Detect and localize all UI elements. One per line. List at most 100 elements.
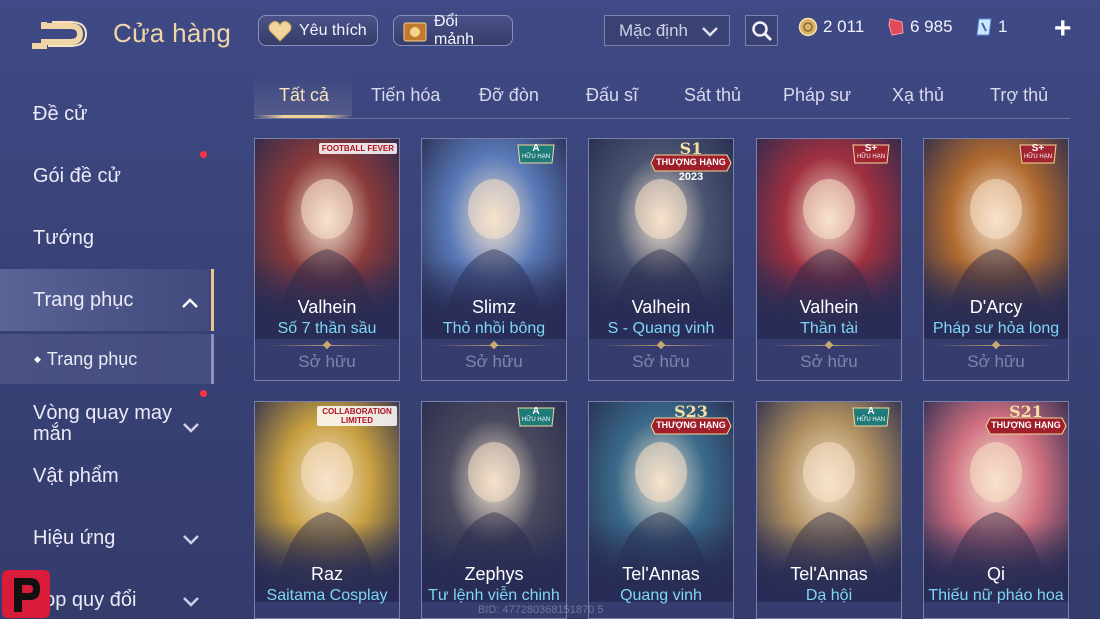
skin-name: Thỏ nhồi bông: [442, 320, 546, 337]
hero-name: Zephys: [464, 564, 524, 584]
tab-all[interactable]: Tất cả: [279, 85, 329, 106]
skin-card[interactable]: Slimz Thỏ nhồi bông Sở hữu A HỮU HẠN: [421, 138, 567, 381]
favorites-label: Yêu thích: [299, 21, 367, 39]
season-year: 2023: [678, 171, 704, 183]
rarity-badge: A HỮU HẠN: [516, 143, 556, 165]
p-logo-icon: [14, 578, 40, 612]
hero-name: Valhein: [799, 297, 859, 317]
sidebar-item-skins[interactable]: Trang phục: [0, 269, 214, 331]
skin-name: Thiếu nữ pháo hoa: [928, 587, 1064, 604]
sidebar-item-heroes[interactable]: Tướng: [0, 207, 214, 269]
hero-name: Qi: [987, 564, 1005, 584]
sidebar-item-label: Vòng quay may mắn: [33, 402, 172, 445]
sidebar-subitem-skins[interactable]: ◆ Trang phục: [0, 334, 214, 384]
sidebar-item-label: Đề cử: [33, 102, 88, 125]
ruby-balance: 6 985: [887, 17, 953, 37]
fragment-box-icon: [402, 19, 428, 43]
skin-card[interactable]: Raz Saitama Cosplay COLLABORATION LIMITED: [254, 401, 400, 619]
hero-name: Valhein: [297, 297, 357, 317]
exchange-label: Đổi mảnh: [434, 12, 475, 48]
event-badge: FOOTBALL FEVER: [318, 143, 397, 154]
gold-value: 2 011: [823, 17, 865, 36]
badge-tier: A: [532, 406, 540, 417]
season-label: S21: [1009, 402, 1043, 421]
skin-name: S - Quang vinh: [607, 320, 715, 337]
page-title: Cửa hàng: [113, 18, 232, 48]
skin-name: Saitama Cosplay: [266, 587, 388, 604]
owned-status: Sở hữu: [967, 352, 1025, 371]
voucher-icon: [976, 18, 992, 36]
owned-status: Sở hữu: [465, 352, 523, 371]
sidebar-item-items[interactable]: Vật phẩm: [0, 445, 214, 507]
tab-assassin[interactable]: Sát thủ: [684, 85, 741, 106]
badge-label: HỮU HẠN: [1023, 154, 1053, 160]
season-label: S23: [674, 402, 708, 421]
favorites-button[interactable]: Yêu thích: [258, 15, 378, 46]
skin-name: Thần tài: [800, 320, 858, 337]
sidebar-item-label: Hiệu ứng: [33, 526, 116, 549]
hero-name: Tel'Annas: [790, 564, 868, 584]
sidebar-item-featured-packs[interactable]: Gói đề cử: [0, 145, 214, 207]
sort-value: Mặc định: [619, 20, 688, 40]
sidebar-item-label: Trang phục: [33, 288, 134, 311]
chevron-down-icon: [701, 23, 719, 43]
hero-name: Valhein: [631, 297, 691, 317]
back-arrow-icon: [32, 21, 88, 49]
tab-marksman[interactable]: Xạ thủ: [892, 85, 944, 106]
badge-tier: S+: [864, 143, 878, 154]
badge-tier: S+: [1031, 143, 1045, 154]
tab-tank[interactable]: Đỡ đòn: [479, 85, 539, 106]
rarity-badge: S+ HỮU HẠN: [1018, 143, 1058, 165]
badge-label: HỮU HẠN: [521, 154, 551, 160]
skin-card[interactable]: Tel'Annas Dạ hội A HỮU HẠN: [756, 401, 902, 619]
chevron-down-icon: [182, 418, 200, 439]
chevron-up-icon: [181, 292, 199, 315]
app-logo: [2, 570, 50, 618]
skin-card[interactable]: Qi Thiếu nữ pháo hoa S21 THƯỢNG HẠNG: [923, 401, 1069, 619]
skin-card[interactable]: Valhein S - Quang vinh Sở hữu S1 THƯỢNG HẠNG…: [588, 138, 734, 381]
badge-tier: A: [532, 143, 540, 154]
search-button[interactable]: [745, 15, 778, 46]
ruby-value: 6 985: [910, 17, 953, 36]
rarity-badge: A HỮU HẠN: [851, 406, 891, 428]
heart-icon: [267, 19, 293, 43]
add-currency-button[interactable]: +: [1054, 14, 1072, 44]
sidebar-subitem-label: Trang phục: [46, 348, 138, 369]
sidebar-item-featured[interactable]: Đề cử: [0, 83, 214, 145]
event-badge: COLLABORATION LIMITED: [317, 406, 397, 426]
gold-balance: 2 011: [798, 17, 864, 37]
owned-status: Sở hữu: [298, 352, 356, 371]
sidebar-item-effects[interactable]: Hiệu ứng: [0, 507, 214, 569]
voucher-value: 1: [998, 17, 1008, 36]
skin-name: Tư lệnh viễn chinh: [428, 587, 560, 604]
skin-card[interactable]: D'Arcy Pháp sư hỏa long Sở hữu S+ HỮU HẠN: [923, 138, 1069, 381]
tab-evolution[interactable]: Tiến hóa: [371, 85, 440, 106]
hero-name: Slimz: [472, 297, 516, 317]
season-rank-badge: S1 THƯỢNG HẠNG 2023: [649, 139, 733, 187]
back-button[interactable]: [30, 20, 92, 50]
gold-coin-icon: [798, 17, 818, 37]
sidebar-item-label: Tướng: [33, 226, 94, 249]
season-label: S1: [679, 139, 703, 158]
notification-dot: [200, 151, 207, 158]
skin-card[interactable]: Valhein Số 7 thần sầu Sở hữu FOOTBALL FEVER: [254, 138, 400, 381]
tab-fighter[interactable]: Đấu sĩ: [586, 85, 638, 106]
skin-card[interactable]: Zephys Tư lệnh viễn chinh A HỮU HẠN: [421, 401, 567, 619]
badge-tier: A: [867, 406, 875, 417]
role-tabs: Tất cả Tiến hóa Đỡ đòn Đấu sĩ Sát thủ Ph…: [254, 75, 1070, 119]
badge-label: HỮU HẠN: [856, 417, 886, 423]
tab-support[interactable]: Trợ thủ: [990, 85, 1048, 106]
tab-mage[interactable]: Pháp sư: [783, 85, 851, 106]
exchange-fragments-button[interactable]: Đổi mảnh: [393, 12, 513, 48]
active-tab-underline: [254, 115, 352, 118]
badge-label: HỮU HẠN: [856, 154, 886, 160]
badge-label: HỮU HẠN: [521, 417, 551, 423]
skin-card[interactable]: Valhein Thần tài Sở hữu S+ HỮU HẠN: [756, 138, 902, 381]
sidebar-item-label: Vật phẩm: [33, 464, 119, 487]
chevron-down-icon: [182, 529, 200, 552]
rank-label: THƯỢNG HẠNG: [656, 157, 726, 167]
owned-status: Sở hữu: [632, 352, 690, 371]
skin-card[interactable]: Tel'Annas Quang vinh S23 THƯỢNG HẠNG: [588, 401, 734, 619]
skin-name: Quang vinh: [620, 587, 702, 604]
sort-dropdown[interactable]: Mặc định: [604, 15, 730, 46]
